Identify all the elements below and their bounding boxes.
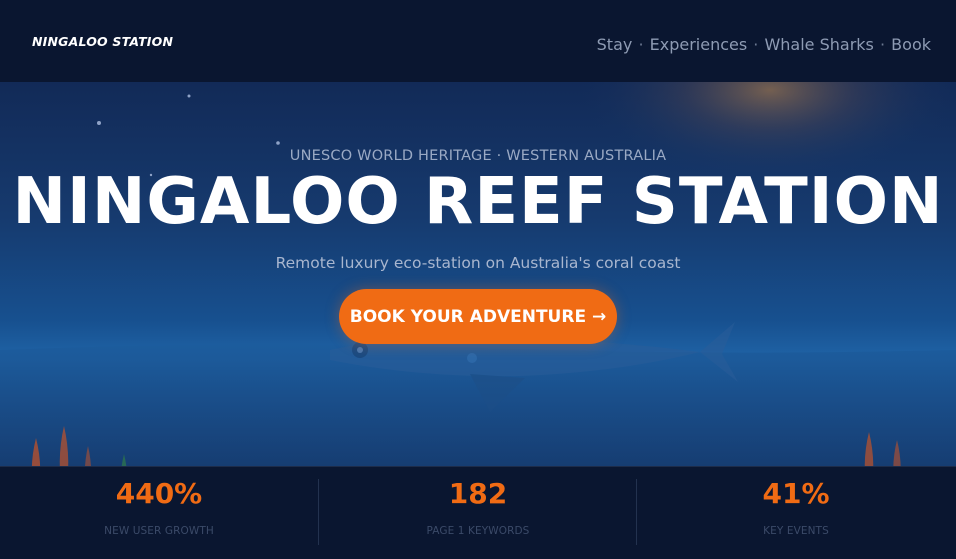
stat-value: 440% — [115, 477, 203, 510]
stat-page-1-keywords: 182 PAGE 1 KEYWORDS — [319, 467, 637, 559]
star — [187, 94, 191, 98]
nav-link-whale-sharks[interactable]: Whale Sharks — [764, 35, 873, 54]
stat-label: KEY EVENTS — [763, 525, 829, 537]
nav-link-experiences[interactable]: Experiences — [650, 35, 748, 54]
stat-new-user-growth: 440% NEW USER GROWTH — [0, 467, 318, 559]
hero-section: UNESCO WORLD HERITAGE · WESTERN AUSTRALI… — [0, 82, 956, 466]
site-header: NINGALOO STATION Stay · Experiences · Wh… — [0, 0, 956, 82]
nav-separator: · — [879, 35, 886, 54]
stat-value: 182 — [448, 477, 508, 510]
site-logo[interactable]: NINGALOO STATION — [32, 34, 173, 49]
hero-subtitle: Remote luxury eco-station on Australia's… — [275, 254, 681, 272]
star — [276, 141, 280, 145]
nav-link-stay[interactable]: Stay — [597, 35, 633, 54]
stat-key-events: 41% KEY EVENTS — [637, 467, 955, 559]
nav-separator: · — [753, 35, 759, 54]
hero-background-illustration — [0, 82, 956, 466]
hero-title: NINGALOO REEF STATION — [12, 165, 944, 239]
nav-link-book[interactable]: Book — [891, 35, 931, 54]
main-nav: Stay · Experiences · Whale Sharks · Book — [597, 35, 931, 54]
stat-label: NEW USER GROWTH — [104, 525, 214, 537]
hero-eyebrow: UNESCO WORLD HERITAGE · WESTERN AUSTRALI… — [289, 148, 667, 164]
book-adventure-button[interactable]: BOOK YOUR ADVENTURE → — [339, 289, 617, 344]
stat-label: PAGE 1 KEYWORDS — [426, 525, 530, 537]
nav-separator: · — [638, 35, 644, 54]
stats-bar: 440% NEW USER GROWTH 182 PAGE 1 KEYWORDS… — [0, 466, 956, 559]
star — [97, 121, 101, 125]
stat-value: 41% — [762, 477, 830, 510]
